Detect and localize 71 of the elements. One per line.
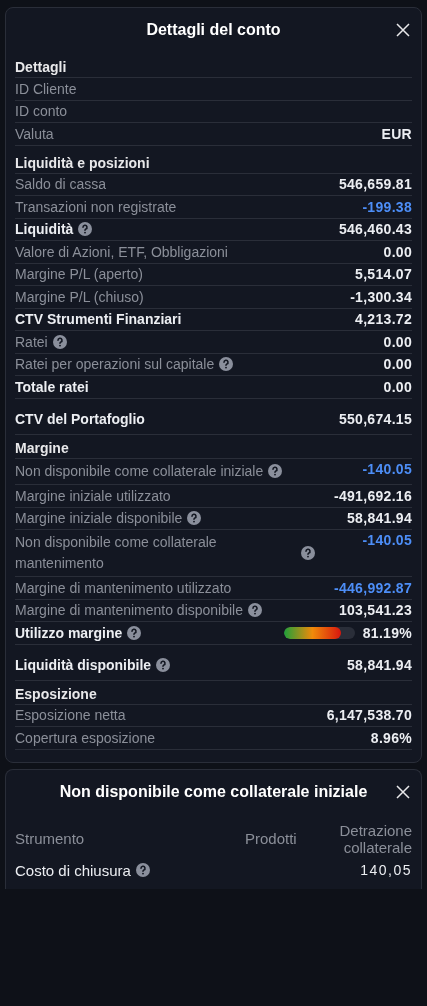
table-cell: Costo di chiusura	[15, 861, 131, 879]
row-value: 0.00	[383, 356, 412, 373]
column-header: Detrazione collaterale	[338, 820, 412, 858]
section-title: Esposizione	[15, 684, 98, 704]
close-icon	[396, 23, 410, 37]
table-cell: 140,05	[360, 862, 412, 878]
row-label: Saldo di cassa	[15, 176, 107, 193]
row-value: -1,300.34	[350, 288, 412, 305]
row-value: 5,514.07	[355, 266, 412, 283]
row-label: Margine P/L (aperto)	[15, 266, 143, 283]
panel-title: Non disponibile come collaterale iniziale	[59, 782, 368, 801]
section-title: Liquidità e posizioni	[15, 153, 151, 173]
help-icon[interactable]	[135, 863, 150, 877]
row-label: ID conto	[15, 103, 68, 120]
row-value: 6,147,538.70	[326, 707, 412, 724]
help-icon[interactable]	[219, 357, 234, 372]
row-label: Margine di mantenimento disponibile	[15, 602, 244, 619]
row-label: Margine iniziale disponibile	[15, 510, 183, 527]
row-label: Non disponibile come collaterale iniziale	[15, 461, 264, 481]
row-value: 103,541.23	[338, 602, 412, 619]
row-label: Totale ratei	[15, 378, 89, 395]
row-label: CTV Strumenti Finanziari	[15, 311, 182, 328]
section-title: Dettagli	[15, 58, 68, 77]
help-icon[interactable]	[268, 464, 283, 478]
row-label: Margine P/L (chiuso)	[15, 288, 144, 305]
help-icon[interactable]	[248, 603, 263, 618]
close-button[interactable]	[394, 21, 412, 39]
row-value: 81.19%	[362, 624, 412, 641]
row-label: Valore di Azioni, ETF, Obbligazioni	[15, 243, 228, 260]
row-label: Margine iniziale utilizzato	[15, 487, 171, 504]
row-label: Valuta	[15, 125, 54, 142]
row-value: -446,992.87	[333, 579, 412, 596]
column-header: Strumento	[15, 829, 86, 849]
row-value: 58,841.94	[347, 510, 412, 527]
row-label: Margine di mantenimento utilizzato	[15, 579, 232, 596]
help-icon[interactable]	[156, 658, 171, 672]
row-value: 546,659.81	[338, 176, 412, 193]
row-value: 8.96%	[370, 729, 412, 746]
row-label: Liquidità	[15, 221, 74, 238]
help-icon[interactable]	[52, 334, 67, 349]
row-value: -491,692.16	[333, 487, 412, 504]
close-button[interactable]	[394, 782, 412, 801]
help-icon[interactable]	[187, 511, 202, 526]
row-label: Utilizzo margine	[15, 624, 123, 641]
row-label: Liquidità disponibile	[15, 657, 152, 673]
row-value: -140.05	[362, 460, 412, 477]
help-icon[interactable]	[78, 222, 93, 237]
row-value: 0.00	[383, 333, 412, 350]
section-title: Margine	[15, 438, 70, 458]
row-label: Esposizione netta	[15, 707, 126, 724]
row-label: Ratei	[15, 333, 48, 350]
close-icon	[396, 784, 410, 799]
row-value: 58,841.94	[347, 657, 412, 673]
row-value: -199.38	[362, 198, 412, 215]
row-value: EUR	[381, 125, 412, 142]
help-icon[interactable]	[301, 546, 315, 560]
row-value: -140.05	[362, 532, 412, 548]
help-icon[interactable]	[127, 625, 142, 640]
row-value: 4,213.72	[355, 311, 412, 328]
row-label: CTV del Portafoglio	[15, 411, 145, 427]
row-label: Ratei per operazioni sul capitale	[15, 356, 215, 373]
row-value: 550,674.15	[338, 411, 412, 427]
row-value: 0.00	[383, 243, 412, 260]
row-label: ID Cliente	[15, 80, 77, 97]
row-label: Transazioni non registrate	[15, 198, 177, 215]
row-label: Copertura esposizione	[15, 729, 156, 746]
panel-title: Dettagli del conto	[146, 21, 281, 39]
row-label: Non disponibile come collaterale mantenimento	[15, 533, 218, 573]
row-value: 546,460.43	[338, 221, 412, 238]
column-header: Prodotti	[244, 829, 298, 849]
row-value: 0.00	[383, 378, 412, 395]
